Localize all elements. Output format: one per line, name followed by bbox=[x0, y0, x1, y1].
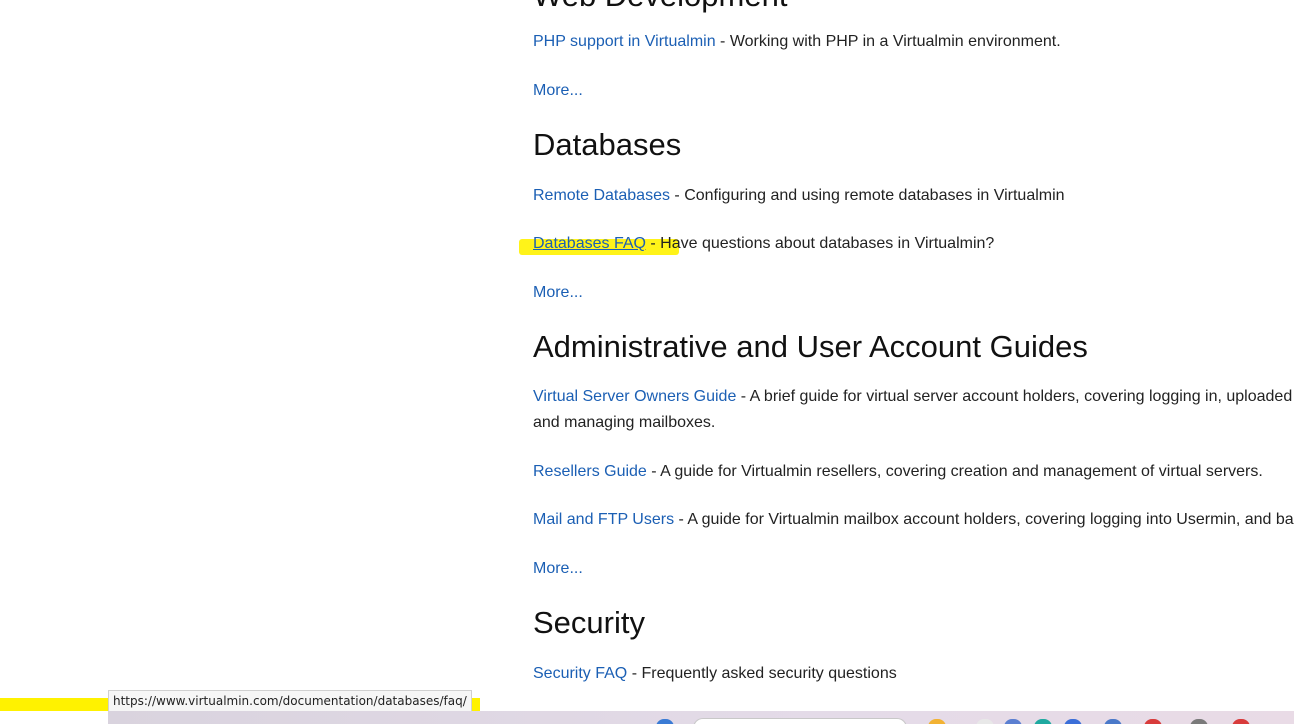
app-icon[interactable] bbox=[1064, 719, 1082, 724]
section-title-web-development: Web Development bbox=[533, 0, 787, 14]
app-icon[interactable] bbox=[1190, 719, 1208, 724]
entry-desc: - Configuring and using remote databases… bbox=[669, 187, 1065, 204]
taskbar-search-box[interactable] bbox=[693, 718, 907, 724]
entry-desc: - A guide for Virtualmin mailbox account… bbox=[674, 511, 1294, 528]
entry-security-faq: Security FAQ - Frequently asked security… bbox=[533, 661, 897, 687]
entry-virtual-server-owners-guide: Virtual Server Owners Guide - A brief gu… bbox=[533, 384, 1294, 436]
app-icon[interactable] bbox=[1004, 719, 1022, 724]
link-preview-status-bar: https://www.virtualmin.com/documentation… bbox=[108, 690, 472, 711]
entry-desc: - A guide for Virtualmin resellers, cove… bbox=[646, 463, 1263, 480]
more-link-admin-guides[interactable]: More... bbox=[533, 556, 583, 582]
link-remote-databases[interactable]: Remote Databases bbox=[533, 187, 670, 204]
entry-resellers-guide: Resellers Guide - A guide for Virtualmin… bbox=[533, 459, 1263, 485]
app-icon[interactable] bbox=[1144, 719, 1162, 724]
link-security-faq[interactable]: Security FAQ bbox=[533, 665, 627, 682]
more-link-web-development[interactable]: More... bbox=[533, 78, 583, 104]
entry-desc: - Working with PHP in a Virtualmin envir… bbox=[715, 33, 1061, 50]
section-title-admin-guides: Administrative and User Account Guides bbox=[533, 329, 1088, 364]
taskbar bbox=[108, 711, 1294, 724]
app-icon[interactable] bbox=[1104, 719, 1122, 724]
app-icon[interactable] bbox=[1034, 719, 1052, 724]
entry-php-support: PHP support in Virtualmin - Working with… bbox=[533, 29, 1061, 55]
link-databases-faq[interactable]: Databases FAQ bbox=[533, 235, 646, 252]
app-icon[interactable] bbox=[928, 719, 946, 724]
entry-databases-faq: Databases FAQ - Have questions about dat… bbox=[533, 231, 994, 257]
app-icon[interactable] bbox=[656, 719, 674, 724]
entry-desc: ve questions about databases in Virtualm… bbox=[680, 235, 995, 252]
app-icon[interactable] bbox=[1232, 719, 1250, 724]
entry-desc-highlighted: - Ha bbox=[645, 235, 681, 252]
entry-mail-ftp-users: Mail and FTP Users - A guide for Virtual… bbox=[533, 507, 1294, 533]
entry-desc: - Frequently asked security questions bbox=[627, 665, 897, 682]
more-link-databases[interactable]: More... bbox=[533, 280, 583, 306]
browser-page: Web Development PHP support in Virtualmi… bbox=[0, 0, 1294, 724]
link-resellers-guide[interactable]: Resellers Guide bbox=[533, 463, 647, 480]
link-virtual-server-owners-guide[interactable]: Virtual Server Owners Guide bbox=[533, 388, 736, 405]
app-icon[interactable] bbox=[976, 719, 994, 724]
entry-remote-databases: Remote Databases - Configuring and using… bbox=[533, 183, 1065, 209]
section-title-databases: Databases bbox=[533, 127, 682, 162]
link-mail-ftp-users[interactable]: Mail and FTP Users bbox=[533, 511, 674, 528]
section-title-security: Security bbox=[533, 605, 645, 640]
link-php-support[interactable]: PHP support in Virtualmin bbox=[533, 33, 716, 50]
